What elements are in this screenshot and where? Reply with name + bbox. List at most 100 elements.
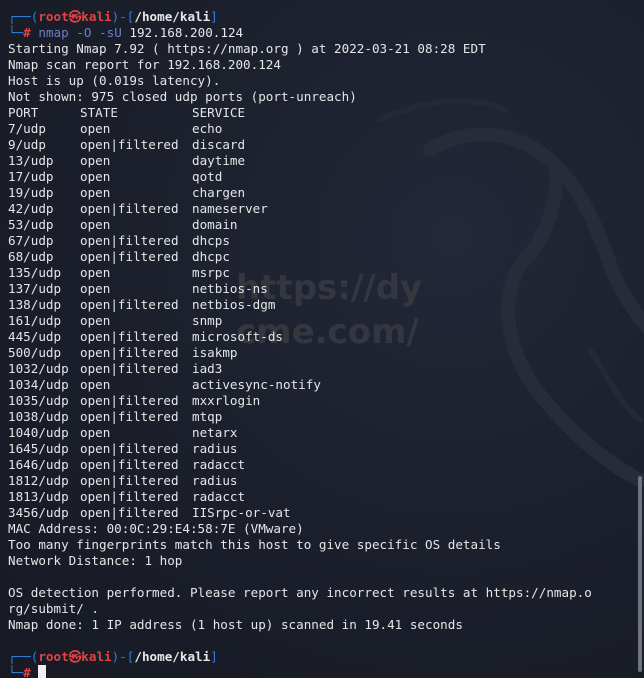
state-cell: open [80, 169, 111, 184]
state-cell: open [80, 265, 111, 280]
prompt-separator: )-[ [111, 9, 135, 24]
state-cell: open [80, 313, 111, 328]
port-cell: 13/udp [8, 153, 54, 168]
service-cell: mxxrlogin [192, 393, 261, 408]
state-cell: open|filtered [80, 345, 179, 360]
table-row: 1038/udp open|filtered mtqp [8, 409, 630, 425]
column-header-state: STATE [80, 105, 118, 120]
state-cell: open|filtered [80, 137, 179, 152]
port-cell: 9/udp [8, 137, 46, 152]
prompt-separator: )-[ [111, 649, 135, 664]
table-row: 500/udp open|filtered isakmp [8, 345, 630, 361]
port-cell: 500/udp [8, 345, 62, 360]
port-cell: 1813/udp [8, 489, 69, 504]
table-header: PORT STATE SERVICE [8, 105, 630, 121]
terminal-window[interactable]: https://dy cme.com/ ┌──(root㉿kali)-[/hom… [0, 0, 644, 678]
prompt-line-1: ┌──(root㉿kali)-[/home/kali] [8, 9, 630, 25]
port-cell: 135/udp [8, 265, 62, 280]
port-cell: 1038/udp [8, 409, 69, 424]
table-row: 1812/udp open|filtered radius [8, 473, 630, 489]
prompt-bracket-close: ] [210, 649, 218, 664]
prompt-line-2: ┌──(root㉿kali)-[/home/kali] [8, 649, 630, 665]
service-cell: dhcps [192, 233, 230, 248]
service-cell: discard [192, 137, 246, 152]
state-cell: open [80, 281, 111, 296]
service-cell: radius [192, 441, 238, 456]
prompt-corner-top: ┌──( [8, 9, 39, 24]
port-cell: 1646/udp [8, 457, 69, 472]
kali-skull-icon: ㉿ [68, 649, 82, 664]
port-cell: 19/udp [8, 185, 54, 200]
port-table-rows: 7/udp open echo 9/udp open|filtered discard 13… [8, 121, 630, 521]
scrollbar[interactable] [636, 0, 644, 678]
port-cell: 17/udp [8, 169, 54, 184]
output-line: Host is up (0.019s latency). [8, 73, 221, 88]
port-cell: 1040/udp [8, 425, 69, 440]
prompt-hash: # [23, 25, 39, 40]
port-cell: 42/udp [8, 201, 54, 216]
port-cell: 1035/udp [8, 393, 69, 408]
service-cell: IISrpc-or-vat [192, 505, 291, 520]
scrollbar-thumb[interactable] [638, 476, 642, 672]
port-cell: 137/udp [8, 281, 62, 296]
table-row: 1645/udp open|filtered radius [8, 441, 630, 457]
output-line: Too many fingerprints match this host to… [8, 537, 501, 552]
state-cell: open|filtered [80, 329, 179, 344]
service-cell: mtqp [192, 409, 223, 424]
table-row: 135/udp open msrpc [8, 265, 630, 281]
prompt-corner-top: ┌──( [8, 649, 39, 664]
output-footer: MAC Address: 00:0C:29:E4:58:7E (VMware) T… [8, 521, 630, 649]
prompt-corner-bottom: └─ [8, 665, 24, 678]
table-row: 161/udp open snmp [8, 313, 630, 329]
service-cell: netbios-dgm [192, 297, 276, 312]
text-cursor[interactable] [38, 665, 47, 678]
service-cell: iad3 [192, 361, 223, 376]
command-line-2[interactable]: └─# [8, 665, 630, 678]
prompt-user: root [38, 649, 69, 664]
prompt-host: kali [81, 649, 112, 664]
service-cell: daytime [192, 153, 246, 168]
port-cell: 1812/udp [8, 473, 69, 488]
port-cell: 138/udp [8, 297, 62, 312]
port-cell: 1032/udp [8, 361, 69, 376]
service-cell: chargen [192, 185, 246, 200]
command-target: 192.168.200.124 [129, 25, 244, 40]
service-cell: nameserver [192, 201, 268, 216]
command-flags: -O -sU [76, 25, 122, 40]
prompt-bracket-close: ] [210, 9, 218, 24]
port-cell: 161/udp [8, 313, 62, 328]
port-cell: 7/udp [8, 121, 46, 136]
service-cell: dhcpc [192, 249, 230, 264]
state-cell: open [80, 377, 111, 392]
table-row: 7/udp open echo [8, 121, 630, 137]
service-cell: activesync-notify [192, 377, 321, 392]
prompt-user: root [38, 9, 69, 24]
service-cell: echo [192, 121, 223, 136]
output-line: MAC Address: 00:0C:29:E4:58:7E (VMware) [8, 521, 304, 536]
table-row: 1032/udp open|filtered iad3 [8, 361, 630, 377]
output-line: OS detection performed. Please report an… [8, 585, 592, 600]
service-cell: netarx [192, 425, 238, 440]
prompt-host: kali [81, 9, 112, 24]
table-row: 1646/udp open|filtered radacct [8, 457, 630, 473]
table-row: 42/udp open|filtered nameserver [8, 201, 630, 217]
output-line: Starting Nmap 7.92 ( https://nmap.org ) … [8, 41, 486, 56]
command-name: nmap [38, 25, 69, 40]
table-row: 1040/udp open netarx [8, 425, 630, 441]
state-cell: open|filtered [80, 249, 179, 264]
table-row: 19/udp open chargen [8, 185, 630, 201]
service-cell: microsoft-ds [192, 329, 283, 344]
state-cell: open|filtered [80, 441, 179, 456]
kali-skull-icon: ㉿ [68, 9, 82, 24]
state-cell: open [80, 153, 111, 168]
output-line: rg/submit/ . [8, 601, 99, 616]
terminal-output[interactable]: ┌──(root㉿kali)-[/home/kali] └─# nmap -O … [8, 9, 630, 678]
port-cell: 53/udp [8, 217, 54, 232]
port-cell: 1034/udp [8, 377, 69, 392]
output-line: Nmap scan report for 192.168.200.124 [8, 57, 281, 72]
state-cell: open [80, 185, 111, 200]
table-row: 445/udp open|filtered microsoft-ds [8, 329, 630, 345]
command-line-1: └─# nmap -O -sU 192.168.200.124 [8, 25, 630, 41]
